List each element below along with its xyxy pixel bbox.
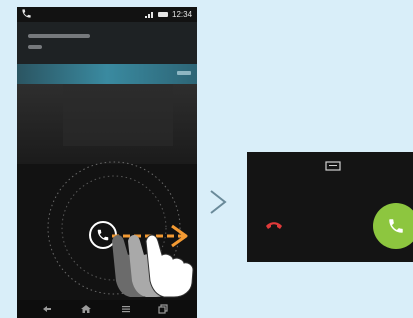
recent-apps-icon[interactable] (157, 303, 169, 315)
incoming-call-screen: 12:34 (17, 7, 197, 318)
caller-photo (63, 84, 173, 146)
caller-info (17, 22, 197, 64)
status-time: 12:34 (172, 10, 193, 19)
chevron-right-icon (210, 190, 227, 214)
call-status-bar (17, 64, 197, 84)
signal-icon (145, 12, 153, 18)
phone-hangup-icon[interactable] (265, 220, 283, 230)
call-status-icon (22, 9, 31, 18)
answer-call-button[interactable] (373, 203, 413, 249)
status-chip-blurred (177, 70, 191, 76)
phone-icon (389, 219, 403, 233)
caller-detail-blurred (28, 45, 42, 49)
answered-call-snippet (247, 152, 413, 262)
battery-icon (158, 12, 168, 17)
finger-swipe-icon (112, 234, 194, 298)
status-bar: 12:34 (17, 7, 197, 22)
message-icon[interactable] (325, 161, 341, 171)
navigation-bar (17, 300, 197, 318)
home-icon[interactable] (80, 303, 92, 315)
caller-name-blurred (28, 34, 90, 38)
menu-icon[interactable] (120, 303, 132, 315)
back-icon[interactable] (41, 303, 53, 315)
